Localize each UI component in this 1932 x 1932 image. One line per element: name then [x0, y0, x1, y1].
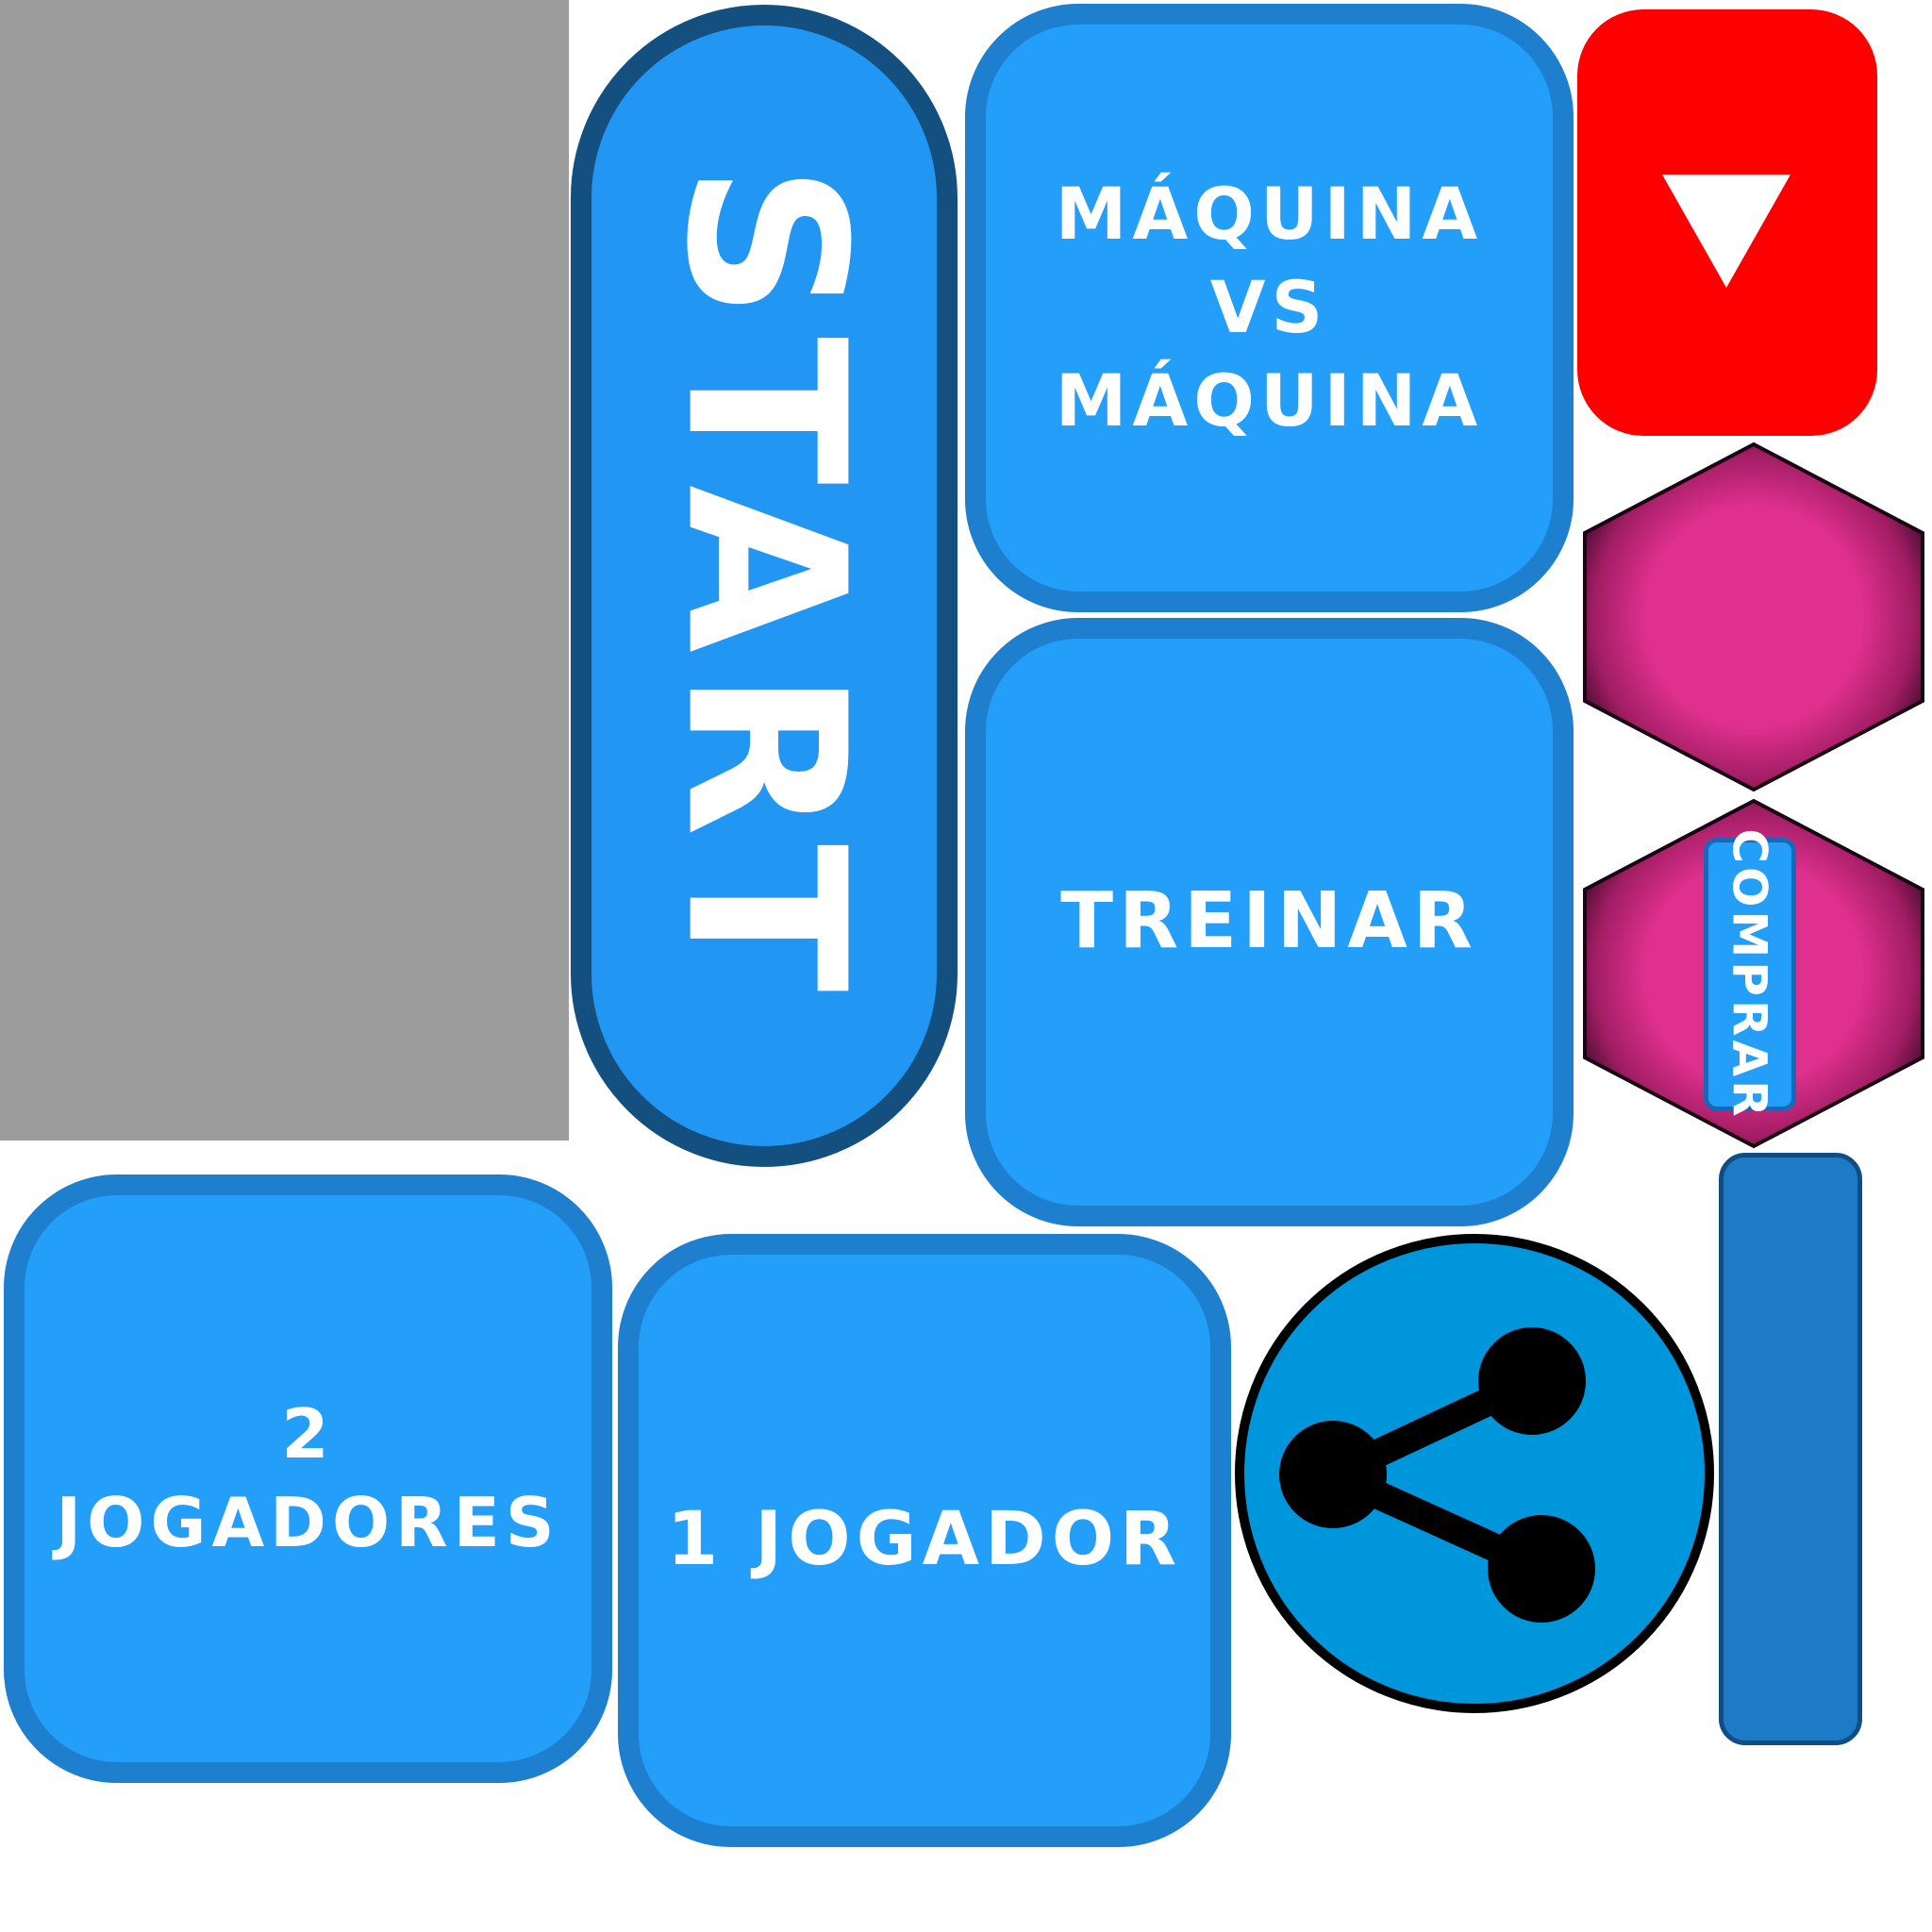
buy-button[interactable]: COMPRAR: [1704, 828, 1796, 1121]
one-player-button[interactable]: 1 JOGADOR: [618, 1234, 1231, 1847]
buy-label: COMPRAR: [1723, 828, 1777, 1121]
placeholder-panel: [0, 0, 569, 1141]
two-players-label: 2 JOGADORES: [56, 1393, 560, 1562]
share-button[interactable]: [1232, 1231, 1717, 1716]
one-player-label: 1 JOGADOR: [666, 1497, 1183, 1583]
play-triangle-icon: [1662, 175, 1790, 288]
machine-vs-machine-label: MÁQUINA VS MÁQUINA: [1055, 172, 1484, 442]
vertical-slider[interactable]: [1719, 1153, 1862, 1745]
youtube-button[interactable]: [1577, 9, 1877, 436]
machine-vs-machine-button[interactable]: MÁQUINA VS MÁQUINA: [965, 4, 1574, 612]
start-label: START: [638, 162, 891, 1009]
two-players-button[interactable]: 2 JOGADORES: [4, 1174, 612, 1783]
hexagon-icon: [1583, 441, 1924, 792]
train-button[interactable]: TREINAR: [965, 618, 1574, 1226]
hexagon-tile[interactable]: [1577, 439, 1930, 797]
train-label: TREINAR: [1060, 876, 1478, 967]
share-icon: [1235, 1234, 1714, 1713]
start-button[interactable]: START: [571, 5, 958, 1167]
